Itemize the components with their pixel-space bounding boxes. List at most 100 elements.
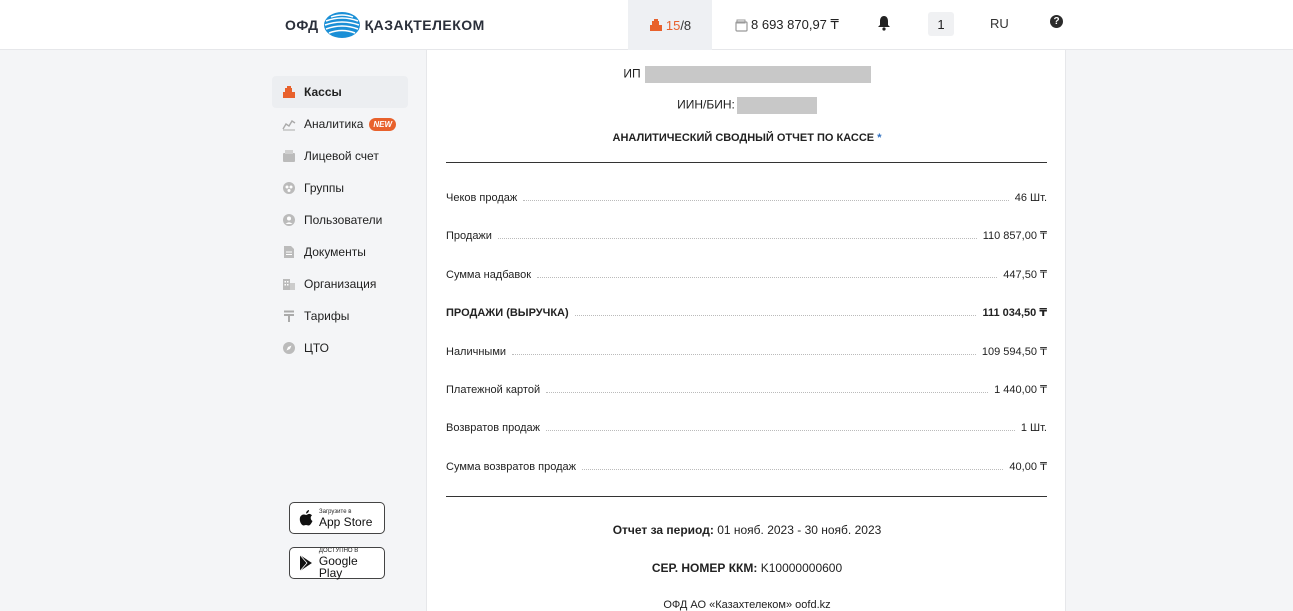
top-header: ОФД ҚАЗАҚТЕЛЕКОМ 15/8 8 693 870,97 ₸ 1 R… [0,0,1293,50]
account-balance[interactable]: 8 693 870,97 ₸ [735,0,839,50]
report-row: Наличными 109 594,50 ₸ [446,342,1047,358]
sidebar-item-account[interactable]: Лицевой счет [272,140,408,172]
google-play-big: Google Play [318,553,358,580]
report-row: Сумма надбавок 447,50 ₸ [446,265,1047,281]
report-title: АНАЛИТИЧЕСКИЙ СВОДНЫЙ ОТЧЕТ ПО КАССЕ * [427,132,1067,144]
sidebar-item-label: Кассы [304,85,342,99]
sidebar-item-label: Аналитика [304,117,364,131]
dot-leader [523,200,1009,201]
dot-leader [512,354,976,355]
period-label: Отчет за период: [612,523,714,537]
wallet-icon [735,19,748,32]
globe-logo-icon [323,12,360,38]
row-label: Платежной картой [446,384,541,396]
sidebar-item-label: Документы [304,245,366,259]
report-title-mark: * [877,132,882,144]
row-label: Чеков продаж [446,192,518,204]
row-value: 1 Шт. [1020,422,1047,434]
sidebar-item-tariffs[interactable]: Тарифы [272,300,408,332]
kassa-total: /8 [680,17,692,33]
sidebar-item-label: Организация [304,277,377,291]
dot-leader [546,430,1015,431]
groups-icon [283,182,295,194]
row-value: 110 857,00 ₸ [982,230,1047,242]
report-row-total: ПРОДАЖИ (ВЫРУЧКА) 111 034,50 ₸ [446,303,1047,319]
sidebar-item-analytics[interactable]: Аналитика NEW [272,108,408,140]
divider-bottom [446,496,1047,497]
sidebar-item-label: ЦТО [304,341,330,355]
dot-leader [546,392,989,393]
row-value: 40,00 ₸ [1009,461,1047,473]
iin-label: ИИН/БИН: [677,97,735,112]
report-panel: ИП ИИН/БИН: АНАЛИТИЧЕСКИЙ СВОДНЫЙ ОТЧЕТ … [426,50,1066,611]
help-icon[interactable]: ? [1050,15,1063,28]
building-icon [283,279,295,290]
row-label: Сумма возвратов продаж [446,461,576,473]
bell-icon[interactable] [876,15,892,31]
tenge-icon [284,310,294,322]
app-store-button[interactable]: Загрузите в App Store [289,502,385,534]
apple-icon [299,510,313,526]
dot-leader [574,315,977,316]
row-value: 447,50 ₸ [1003,269,1047,281]
row-value: 109 594,50 ₸ [981,346,1047,358]
user-icon [283,214,295,226]
sidebar-item-cto[interactable]: ЦТО [272,332,408,364]
report-row: Сумма возвратов продаж 40,00 ₸ [446,457,1047,473]
row-label: Продажи [446,230,492,242]
app-store-big: App Store [319,514,373,529]
row-value: 46 Шт. [1014,192,1047,204]
redacted-iin [736,97,817,114]
row-label: Возвратов продаж [446,422,540,434]
report-row: Чеков продаж 46 Шт. [446,188,1047,204]
logo-text-ofd: ОФД [285,17,319,33]
sidebar-item-label: Группы [304,181,344,195]
compass-icon [283,342,295,354]
report-row: Платежной картой 1 440,00 ₸ [446,380,1047,396]
dot-leader [582,469,1004,470]
row-value: 1 440,00 ₸ [994,384,1047,396]
sidebar-nav: Кассы Аналитика NEW Лицевой счет Группы [272,76,408,364]
dot-leader [497,238,977,239]
balance-value: 8 693 870,97 ₸ [751,17,839,32]
period-value: 01 нояб. 2023 - 30 нояб. 2023 [717,523,882,537]
company-logo[interactable]: ОФД ҚАЗАҚТЕЛЕКОМ [285,10,485,40]
report-row: Продажи 110 857,00 ₸ [446,226,1047,242]
row-label: ПРОДАЖИ (ВЫРУЧКА) [446,307,569,319]
language-selector[interactable]: RU [990,16,1009,31]
app-store-small: Загрузите в [319,508,352,515]
kassa-counter[interactable]: 15/8 [628,0,712,50]
cash-register-icon [283,86,295,98]
sidebar-item-documents[interactable]: Документы [272,236,408,268]
sidebar-item-label: Пользователи [304,213,383,227]
redacted-ip-name [644,66,871,83]
sidebar-item-label: Лицевой счет [304,149,379,163]
logo-text-kazakhtelecom: ҚАЗАҚТЕЛЕКОМ [364,17,485,33]
cash-register-icon [649,19,662,31]
sidebar-item-users[interactable]: Пользователи [272,204,408,236]
dot-leader [537,277,998,278]
wallet-icon [283,150,295,162]
sidebar-item-label: Тарифы [304,309,350,323]
sidebar-item-kassy[interactable]: Кассы [272,76,408,108]
document-icon [284,246,294,258]
google-play-small: ДОСТУПНО В [318,547,359,554]
notifications-count[interactable]: 1 [928,12,954,36]
iin-line: ИИН/БИН: [427,97,1067,114]
serial-value: K10000000600 [760,561,843,575]
ip-line: ИП [427,66,1067,83]
row-label: Сумма надбавок [446,269,532,281]
report-title-text: АНАЛИТИЧЕСКИЙ СВОДНЫЙ ОТЧЕТ ПО КАССЕ [612,132,875,144]
report-row: Возвратов продаж 1 Шт. [446,418,1047,434]
kassa-current: 15 [665,17,681,33]
analytics-icon [282,120,296,131]
report-footer: ОФД АО «Казахтелеком» oofd.kz [663,599,831,611]
sidebar-item-groups[interactable]: Группы [272,172,408,204]
serial-label: СЕР. НОМЕР ККМ: [651,561,758,575]
ip-label: ИП [623,66,641,81]
new-badge: NEW [369,117,397,131]
google-play-icon [299,554,312,572]
report-period: Отчет за период: 01 нояб. 2023 - 30 нояб… [427,523,1067,537]
sidebar-item-organization[interactable]: Организация [272,268,408,300]
google-play-button[interactable]: ДОСТУПНО В Google Play [289,547,385,579]
